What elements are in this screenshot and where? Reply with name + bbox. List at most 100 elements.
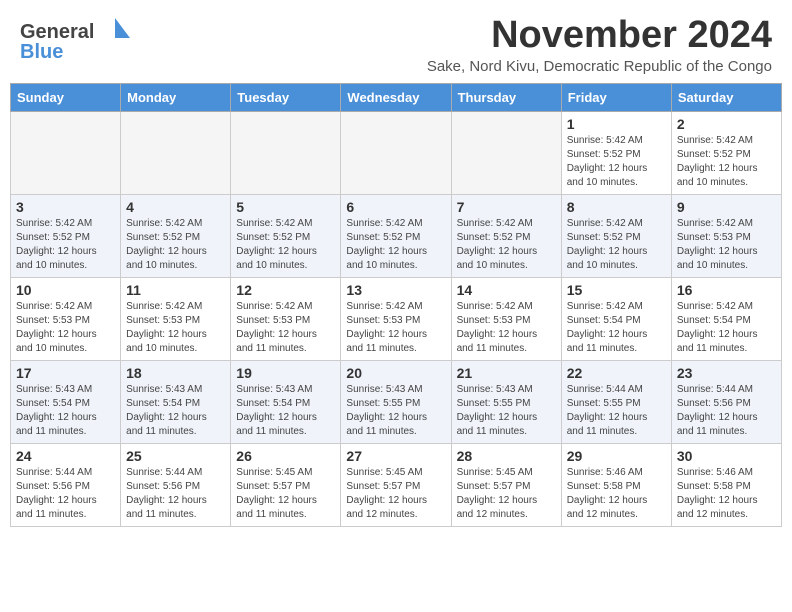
day-number: 4 xyxy=(126,199,225,215)
weekday-saturday: Saturday xyxy=(671,84,781,112)
weekday-wednesday: Wednesday xyxy=(341,84,451,112)
day-number: 22 xyxy=(567,365,666,381)
calendar-cell: 12 Sunrise: 5:42 AM Sunset: 5:53 PM Dayli… xyxy=(231,278,341,361)
day-number: 13 xyxy=(346,282,445,298)
day-number: 19 xyxy=(236,365,335,381)
calendar-cell: 17 Sunrise: 5:43 AM Sunset: 5:54 PM Dayli… xyxy=(11,361,121,444)
calendar-cell: 19 Sunrise: 5:43 AM Sunset: 5:54 PM Dayli… xyxy=(231,361,341,444)
day-info: Sunrise: 5:44 AM Sunset: 5:56 PM Dayligh… xyxy=(677,383,776,439)
day-number: 10 xyxy=(16,282,115,298)
day-info: Sunrise: 5:42 AM Sunset: 5:52 PM Dayligh… xyxy=(567,134,666,190)
day-number: 5 xyxy=(236,199,335,215)
day-info: Sunrise: 5:42 AM Sunset: 5:52 PM Dayligh… xyxy=(126,217,225,273)
day-number: 28 xyxy=(457,448,556,464)
weekday-tuesday: Tuesday xyxy=(231,84,341,112)
day-number: 29 xyxy=(567,448,666,464)
calendar-cell: 15 Sunrise: 5:42 AM Sunset: 5:54 PM Dayli… xyxy=(561,278,671,361)
calendar-cell: 25 Sunrise: 5:44 AM Sunset: 5:56 PM Dayli… xyxy=(121,444,231,527)
day-number: 27 xyxy=(346,448,445,464)
calendar-cell: 29 Sunrise: 5:46 AM Sunset: 5:58 PM Dayli… xyxy=(561,444,671,527)
logo-svg: GeneralBlue xyxy=(20,16,130,60)
day-info: Sunrise: 5:43 AM Sunset: 5:54 PM Dayligh… xyxy=(236,383,335,439)
calendar-cell: 20 Sunrise: 5:43 AM Sunset: 5:55 PM Dayli… xyxy=(341,361,451,444)
day-info: Sunrise: 5:42 AM Sunset: 5:52 PM Dayligh… xyxy=(457,217,556,273)
day-number: 16 xyxy=(677,282,776,298)
month-title: November 2024 xyxy=(427,16,772,54)
day-info: Sunrise: 5:43 AM Sunset: 5:55 PM Dayligh… xyxy=(346,383,445,439)
calendar-cell: 2 Sunrise: 5:42 AM Sunset: 5:52 PM Daylig… xyxy=(671,112,781,195)
day-number: 25 xyxy=(126,448,225,464)
day-number: 2 xyxy=(677,116,776,132)
calendar-cell: 21 Sunrise: 5:43 AM Sunset: 5:55 PM Dayli… xyxy=(451,361,561,444)
calendar-table: SundayMondayTuesdayWednesdayThursdayFrid… xyxy=(10,83,782,527)
calendar-cell: 10 Sunrise: 5:42 AM Sunset: 5:53 PM Dayli… xyxy=(11,278,121,361)
calendar-cell xyxy=(231,112,341,195)
calendar-cell: 6Sunrise: 5:42 AM Sunset: 5:52 PM Daylig… xyxy=(341,195,451,278)
header: GeneralBlue November 2024 Sake, Nord Kiv… xyxy=(0,0,792,83)
weekday-friday: Friday xyxy=(561,84,671,112)
weekday-thursday: Thursday xyxy=(451,84,561,112)
day-number: 17 xyxy=(16,365,115,381)
calendar-cell: 8 Sunrise: 5:42 AM Sunset: 5:52 PM Daylig… xyxy=(561,195,671,278)
day-info: Sunrise: 5:42 AM Sunset: 5:54 PM Dayligh… xyxy=(677,300,776,356)
svg-text:General: General xyxy=(20,21,94,43)
calendar-cell: 24Sunrise: 5:44 AM Sunset: 5:56 PM Dayli… xyxy=(11,444,121,527)
day-info: Sunrise: 5:42 AM Sunset: 5:52 PM Dayligh… xyxy=(236,217,335,273)
weekday-monday: Monday xyxy=(121,84,231,112)
day-info: Sunrise: 5:42 AM Sunset: 5:53 PM Dayligh… xyxy=(236,300,335,356)
day-info: Sunrise: 5:42 AM Sunset: 5:53 PM Dayligh… xyxy=(16,300,115,356)
calendar-cell: 18 Sunrise: 5:43 AM Sunset: 5:54 PM Dayli… xyxy=(121,361,231,444)
day-info: Sunrise: 5:45 AM Sunset: 5:57 PM Dayligh… xyxy=(346,466,445,522)
day-number: 7 xyxy=(457,199,556,215)
day-info: Sunrise: 5:46 AM Sunset: 5:58 PM Dayligh… xyxy=(677,466,776,522)
day-info: Sunrise: 5:43 AM Sunset: 5:54 PM Dayligh… xyxy=(16,383,115,439)
calendar-cell: 14Sunrise: 5:42 AM Sunset: 5:53 PM Dayli… xyxy=(451,278,561,361)
calendar-cell xyxy=(11,112,121,195)
calendar-week-1: 1 Sunrise: 5:42 AM Sunset: 5:52 PM Daylig… xyxy=(11,112,782,195)
day-info: Sunrise: 5:42 AM Sunset: 5:54 PM Dayligh… xyxy=(567,300,666,356)
calendar-cell: 26 Sunrise: 5:45 AM Sunset: 5:57 PM Dayli… xyxy=(231,444,341,527)
day-info: Sunrise: 5:45 AM Sunset: 5:57 PM Dayligh… xyxy=(457,466,556,522)
calendar-cell: 5 Sunrise: 5:42 AM Sunset: 5:52 PM Daylig… xyxy=(231,195,341,278)
calendar-cell xyxy=(341,112,451,195)
calendar-week-4: 17 Sunrise: 5:43 AM Sunset: 5:54 PM Dayli… xyxy=(11,361,782,444)
day-info: Sunrise: 5:43 AM Sunset: 5:54 PM Dayligh… xyxy=(126,383,225,439)
svg-text:Blue: Blue xyxy=(20,41,63,60)
calendar-week-3: 10 Sunrise: 5:42 AM Sunset: 5:53 PM Dayli… xyxy=(11,278,782,361)
day-info: Sunrise: 5:42 AM Sunset: 5:52 PM Dayligh… xyxy=(567,217,666,273)
weekday-header-row: SundayMondayTuesdayWednesdayThursdayFrid… xyxy=(11,84,782,112)
day-number: 26 xyxy=(236,448,335,464)
day-number: 20 xyxy=(346,365,445,381)
calendar-cell: 11Sunrise: 5:42 AM Sunset: 5:53 PM Dayli… xyxy=(121,278,231,361)
calendar-cell: 22Sunrise: 5:44 AM Sunset: 5:55 PM Dayli… xyxy=(561,361,671,444)
day-number: 15 xyxy=(567,282,666,298)
day-number: 18 xyxy=(126,365,225,381)
day-number: 8 xyxy=(567,199,666,215)
calendar-cell xyxy=(121,112,231,195)
day-info: Sunrise: 5:46 AM Sunset: 5:58 PM Dayligh… xyxy=(567,466,666,522)
day-number: 12 xyxy=(236,282,335,298)
day-info: Sunrise: 5:42 AM Sunset: 5:52 PM Dayligh… xyxy=(677,134,776,190)
calendar-week-2: 3 Sunrise: 5:42 AM Sunset: 5:52 PM Daylig… xyxy=(11,195,782,278)
day-number: 3 xyxy=(16,199,115,215)
day-info: Sunrise: 5:42 AM Sunset: 5:53 PM Dayligh… xyxy=(346,300,445,356)
calendar-cell: 13 Sunrise: 5:42 AM Sunset: 5:53 PM Dayli… xyxy=(341,278,451,361)
day-info: Sunrise: 5:44 AM Sunset: 5:56 PM Dayligh… xyxy=(126,466,225,522)
day-info: Sunrise: 5:42 AM Sunset: 5:53 PM Dayligh… xyxy=(677,217,776,273)
calendar-cell: 27 Sunrise: 5:45 AM Sunset: 5:57 PM Dayli… xyxy=(341,444,451,527)
calendar-cell: 9 Sunrise: 5:42 AM Sunset: 5:53 PM Daylig… xyxy=(671,195,781,278)
calendar-cell: 4 Sunrise: 5:42 AM Sunset: 5:52 PM Daylig… xyxy=(121,195,231,278)
day-number: 21 xyxy=(457,365,556,381)
calendar-cell: 28 Sunrise: 5:45 AM Sunset: 5:57 PM Dayli… xyxy=(451,444,561,527)
day-number: 9 xyxy=(677,199,776,215)
calendar-week-5: 24 Sunrise: 5:44 AM Sunset: 5:56 PM Dayli… xyxy=(11,444,782,527)
day-number: 24 xyxy=(16,448,115,464)
day-info: Sunrise: 5:43 AM Sunset: 5:55 PM Dayligh… xyxy=(457,383,556,439)
day-number: 11 xyxy=(126,282,225,298)
day-number: 1 xyxy=(567,116,666,132)
day-number: 14 xyxy=(457,282,556,298)
day-number: 6 xyxy=(346,199,445,215)
day-info: Sunrise: 5:45 AM Sunset: 5:57 PM Dayligh… xyxy=(236,466,335,522)
day-info: Sunrise: 5:42 AM Sunset: 5:52 PM Dayligh… xyxy=(16,217,115,273)
calendar-cell: 16 Sunrise: 5:42 AM Sunset: 5:54 PM Dayli… xyxy=(671,278,781,361)
